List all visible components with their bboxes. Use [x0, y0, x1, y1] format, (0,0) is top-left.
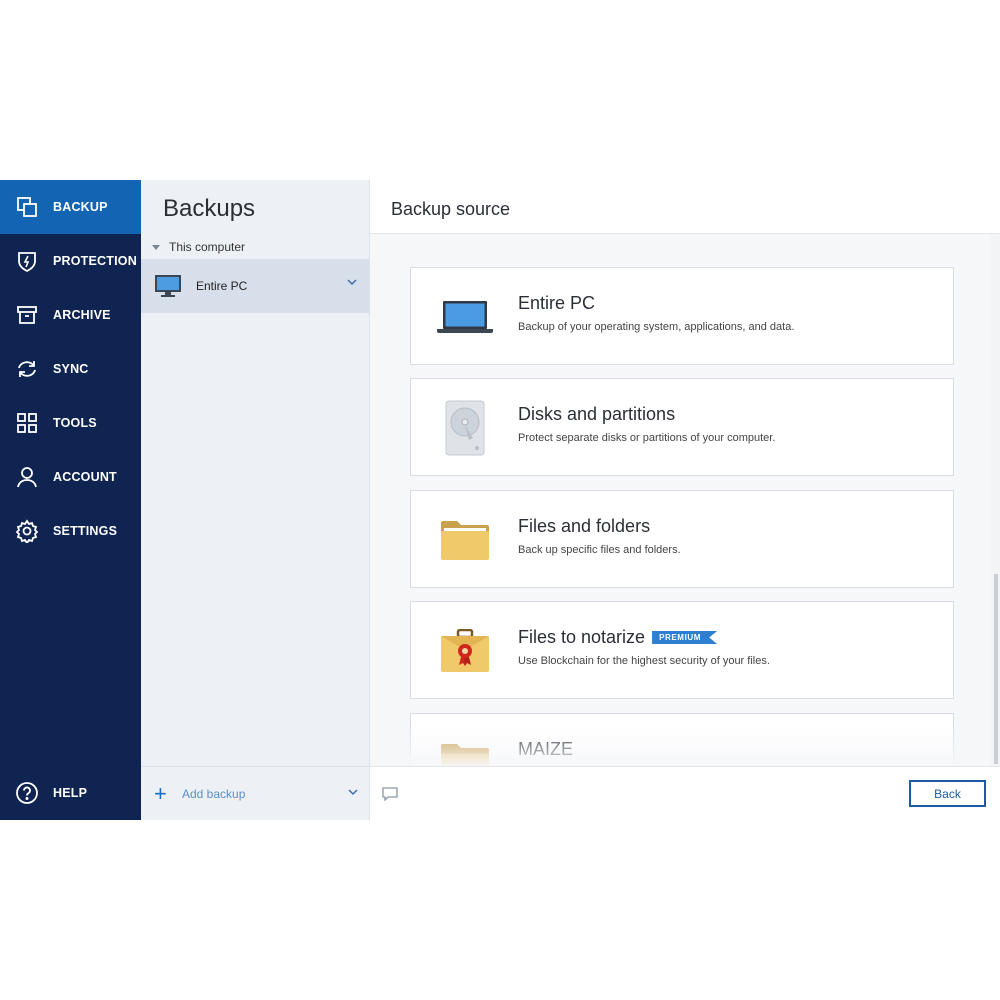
source-title: Files to notarize PREMIUM	[518, 627, 718, 648]
nav-item-backup[interactable]: BACKUP	[0, 180, 141, 234]
source-title-text: Files to notarize	[518, 627, 646, 647]
nav-label: SETTINGS	[53, 524, 118, 538]
nas-folder-icon	[437, 734, 493, 766]
source-card-entire-pc[interactable]: Entire PC Backup of your operating syste…	[410, 267, 954, 365]
nav-item-account[interactable]: ACCOUNT	[0, 450, 141, 504]
backup-item-label: Entire PC	[196, 279, 248, 293]
source-title: Entire PC	[518, 293, 596, 313]
nav-label: PROTECTION	[53, 254, 137, 268]
source-list: Entire PC Backup of your operating syste…	[370, 234, 1000, 766]
backup-item-entire-pc[interactable]: Entire PC	[141, 259, 369, 313]
source-desc: Back up specific files and folders.	[518, 544, 681, 556]
source-card-files-to-notarize[interactable]: Files to notarize PREMIUM Use Blockchain…	[410, 601, 954, 699]
nav-label: BACKUP	[53, 200, 108, 214]
add-backup-button[interactable]: + Add backup	[141, 766, 370, 820]
nav-label: TOOLS	[53, 416, 97, 430]
hard-disk-icon	[437, 399, 493, 457]
chevron-down-icon[interactable]	[347, 279, 357, 286]
nav-label: SYNC	[53, 362, 89, 376]
nav-label: ACCOUNT	[53, 470, 117, 484]
settings-icon	[15, 519, 39, 543]
source-desc: Protect separate disks or partitions of …	[518, 432, 776, 444]
group-label: This computer	[169, 240, 246, 254]
nav-item-tools[interactable]: TOOLS	[0, 396, 141, 450]
premium-badge: PREMIUM	[652, 631, 718, 644]
app-window: BACKUP PROTECTION ARCHIVE SYNC TOOLS ACC…	[0, 180, 1000, 820]
source-title: Files and folders	[518, 516, 651, 536]
group-this-computer[interactable]: This computer	[141, 235, 369, 259]
source-card-files-folders[interactable]: Files and folders Back up specific files…	[410, 490, 954, 588]
shield-icon	[15, 249, 39, 273]
nav-label: HELP	[53, 786, 88, 800]
source-desc: Backup of your operating system, applica…	[518, 321, 795, 333]
source-title: Disks and partitions	[518, 404, 676, 424]
footer-bar: Back	[370, 766, 1000, 820]
nav-item-archive[interactable]: ARCHIVE	[0, 288, 141, 342]
feedback-chat-icon[interactable]	[382, 787, 398, 801]
tools-icon	[15, 411, 39, 435]
laptop-icon	[437, 288, 493, 346]
nav-item-help[interactable]: HELP	[0, 766, 141, 820]
backups-title: Backups	[163, 195, 256, 222]
scrollbar[interactable]	[991, 234, 1000, 766]
nav-item-protection[interactable]: PROTECTION	[0, 234, 141, 288]
nav-item-settings[interactable]: SETTINGS	[0, 504, 141, 558]
notarize-briefcase-icon	[437, 622, 493, 680]
nav-label: ARCHIVE	[53, 308, 111, 322]
nav-item-sync[interactable]: SYNC	[0, 342, 141, 396]
add-backup-label: Add backup	[182, 786, 246, 801]
account-icon	[15, 465, 39, 489]
help-icon	[15, 781, 39, 805]
source-title: MAIZE	[518, 739, 574, 759]
caret-down-icon	[152, 244, 160, 250]
source-card-maize[interactable]: MAIZE	[410, 713, 954, 766]
scrollbar-thumb[interactable]	[994, 574, 998, 764]
archive-icon	[15, 303, 39, 327]
source-card-disks-partitions[interactable]: Disks and partitions Protect separate di…	[410, 378, 954, 476]
monitor-icon	[155, 275, 181, 297]
source-desc: Use Blockchain for the highest security …	[518, 655, 770, 667]
main-navigation: BACKUP PROTECTION ARCHIVE SYNC TOOLS ACC…	[0, 180, 141, 820]
backup-icon	[15, 195, 39, 219]
backups-panel: Backups This computer Entire PC + Add ba…	[141, 180, 370, 820]
page-title: Backup source	[370, 180, 1000, 234]
plus-icon: +	[154, 780, 167, 806]
sync-icon	[15, 357, 39, 381]
back-button[interactable]: Back	[909, 780, 986, 807]
backup-source-panel: Backup source Entire PC Backup of your o…	[370, 180, 1000, 820]
folder-icon	[437, 511, 493, 569]
chevron-down-icon[interactable]	[348, 789, 358, 796]
